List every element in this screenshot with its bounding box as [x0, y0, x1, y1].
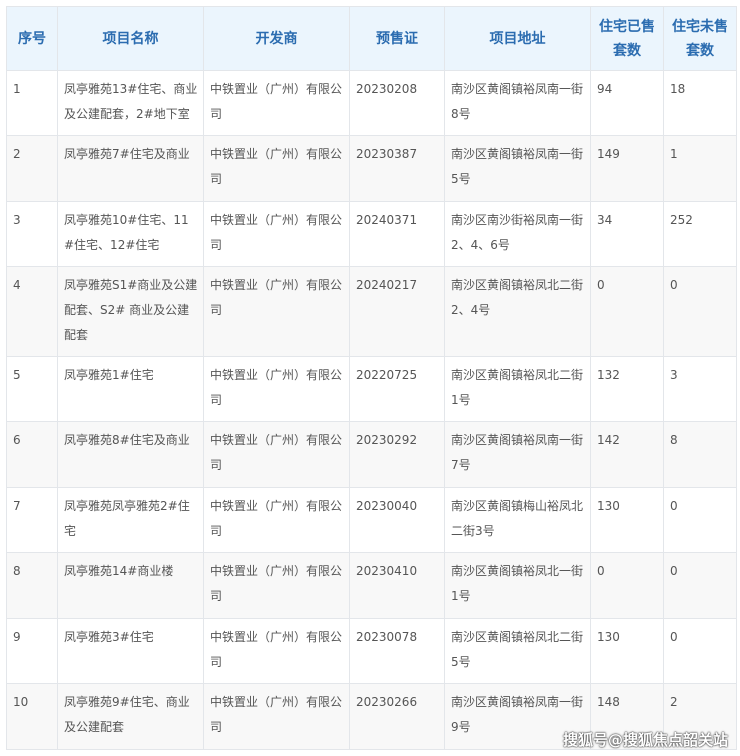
table-cell: 6 — [6, 421, 58, 488]
table-cell: 凤亭雅苑8#住宅及商业 — [57, 421, 204, 488]
table-cell: 南沙区黄阁镇裕凤南一街8号 — [444, 70, 591, 136]
table-cell: 中铁置业（广州）有限公司 — [203, 356, 350, 422]
table-cell: 2 — [6, 135, 58, 202]
table-cell: 中铁置业（广州）有限公司 — [203, 421, 350, 488]
table-cell: 南沙区黄阁镇梅山裕凤北二街3号 — [444, 487, 591, 553]
table-row: 2 凤亭雅苑7#住宅及商业 中铁置业（广州）有限公司 20230387 南沙区黄阁镇裕凤… — [6, 135, 737, 202]
watermark: 搜狐号@搜狐焦点韶关站 — [562, 731, 728, 749]
table-cell: 凤亭雅苑7#住宅及商业 — [57, 135, 204, 202]
table-cell: 0 — [663, 487, 737, 553]
table-cell: 1 — [663, 135, 737, 202]
table-cell: 凤亭雅苑9#住宅、商业及公建配套 — [57, 683, 204, 750]
table-cell: 8 — [6, 552, 58, 619]
table-cell: 130 — [590, 487, 664, 553]
table-cell: 中铁置业（广州）有限公司 — [203, 487, 350, 553]
table-cell: 20230266 — [349, 683, 445, 750]
table-cell: 凤亭雅苑凤亭雅苑2#住宅 — [57, 487, 204, 553]
table-cell: 20230292 — [349, 421, 445, 488]
table-cell: 10 — [6, 683, 58, 750]
table-cell: 20230387 — [349, 135, 445, 202]
table-cell: 4 — [6, 266, 58, 357]
table-cell: 20240371 — [349, 201, 445, 267]
column-header: 住宅已售套数 — [590, 6, 664, 71]
column-header: 序号 — [6, 6, 58, 71]
table-cell: 8 — [663, 421, 737, 488]
table-cell: 南沙区黄阁镇裕凤北二街5号 — [444, 618, 591, 684]
table-cell: 130 — [590, 618, 664, 684]
table-cell: 20230208 — [349, 70, 445, 136]
table-header: 序号 项目名称 开发商 预售证 项目地址 住宅已售套数 住宅未售套数 — [6, 6, 737, 71]
table-cell: 3 — [6, 201, 58, 267]
table-cell: 凤亭雅苑S1#商业及公建配套、S2# 商业及公建配套 — [57, 266, 204, 357]
table-row: 8 凤亭雅苑14#商业楼 中铁置业（广州）有限公司 20230410 南沙区黄阁镇裕凤北… — [6, 552, 737, 619]
presale-table: 序号 项目名称 开发商 预售证 项目地址 住宅已售套数 住宅未售套数 1 凤亭雅苑13#住宅、… — [6, 6, 737, 750]
table-cell: 149 — [590, 135, 664, 202]
table-cell: 0 — [590, 266, 664, 357]
table-cell: 9 — [6, 618, 58, 684]
table-cell: 凤亭雅苑3#住宅 — [57, 618, 204, 684]
table-cell: 252 — [663, 201, 737, 267]
table-cell: 7 — [6, 487, 58, 553]
table-cell: 20220725 — [349, 356, 445, 422]
table-cell: 1 — [6, 70, 58, 136]
table-cell: 142 — [590, 421, 664, 488]
column-header: 项目名称 — [57, 6, 204, 71]
table-cell: 中铁置业（广州）有限公司 — [203, 552, 350, 619]
table-cell: 18 — [663, 70, 737, 136]
table-cell: 0 — [590, 552, 664, 619]
table-cell: 中铁置业（广州）有限公司 — [203, 70, 350, 136]
table-cell: 20240217 — [349, 266, 445, 357]
table-row: 4 凤亭雅苑S1#商业及公建配套、S2# 商业及公建配套 中铁置业（广州）有限公司 2… — [6, 266, 737, 357]
table-cell: 中铁置业（广州）有限公司 — [203, 201, 350, 267]
table-row: 7 凤亭雅苑凤亭雅苑2#住宅 中铁置业（广州）有限公司 20230040 南沙区黄阁镇梅… — [6, 487, 737, 553]
table-cell: 20230410 — [349, 552, 445, 619]
table-cell: 凤亭雅苑13#住宅、商业及公建配套，2#地下室 — [57, 70, 204, 136]
table-cell: 中铁置业（广州）有限公司 — [203, 135, 350, 202]
table-cell: 凤亭雅苑1#住宅 — [57, 356, 204, 422]
table-cell: 94 — [590, 70, 664, 136]
table-row: 5 凤亭雅苑1#住宅 中铁置业（广州）有限公司 20220725 南沙区黄阁镇裕凤北二街… — [6, 356, 737, 422]
table-cell: 20230078 — [349, 618, 445, 684]
table-cell: 34 — [590, 201, 664, 267]
table-cell: 0 — [663, 266, 737, 357]
table-cell: 0 — [663, 618, 737, 684]
column-header: 预售证 — [349, 6, 445, 71]
table-cell: 132 — [590, 356, 664, 422]
table-cell: 南沙区南沙街裕凤南一街2、4、6号 — [444, 201, 591, 267]
table-cell: 凤亭雅苑10#住宅、11#住宅、12#住宅 — [57, 201, 204, 267]
column-header: 开发商 — [203, 6, 350, 71]
table-cell: 南沙区黄阁镇裕凤北二街2、4号 — [444, 266, 591, 357]
table-cell: 南沙区黄阁镇裕凤北二街1号 — [444, 356, 591, 422]
table-cell: 凤亭雅苑14#商业楼 — [57, 552, 204, 619]
table-row: 3 凤亭雅苑10#住宅、11#住宅、12#住宅 中铁置业（广州）有限公司 202403… — [6, 201, 737, 267]
table-cell: 20230040 — [349, 487, 445, 553]
table-cell: 0 — [663, 552, 737, 619]
table-cell: 南沙区黄阁镇裕凤北一街1号 — [444, 552, 591, 619]
table-cell: 南沙区黄阁镇裕凤南一街7号 — [444, 421, 591, 488]
table-cell: 5 — [6, 356, 58, 422]
table-cell: 3 — [663, 356, 737, 422]
column-header: 项目地址 — [444, 6, 591, 71]
table-cell: 中铁置业（广州）有限公司 — [203, 618, 350, 684]
table-cell: 中铁置业（广州）有限公司 — [203, 266, 350, 357]
table-cell: 中铁置业（广州）有限公司 — [203, 683, 350, 750]
table-row: 9 凤亭雅苑3#住宅 中铁置业（广州）有限公司 20230078 南沙区黄阁镇裕凤北二街… — [6, 618, 737, 684]
table-cell: 南沙区黄阁镇裕凤南一街5号 — [444, 135, 591, 202]
column-header: 住宅未售套数 — [663, 6, 737, 71]
table-row: 1 凤亭雅苑13#住宅、商业及公建配套，2#地下室 中铁置业（广州）有限公司 2023… — [6, 70, 737, 136]
table-row: 6 凤亭雅苑8#住宅及商业 中铁置业（广州）有限公司 20230292 南沙区黄阁镇裕凤… — [6, 421, 737, 488]
